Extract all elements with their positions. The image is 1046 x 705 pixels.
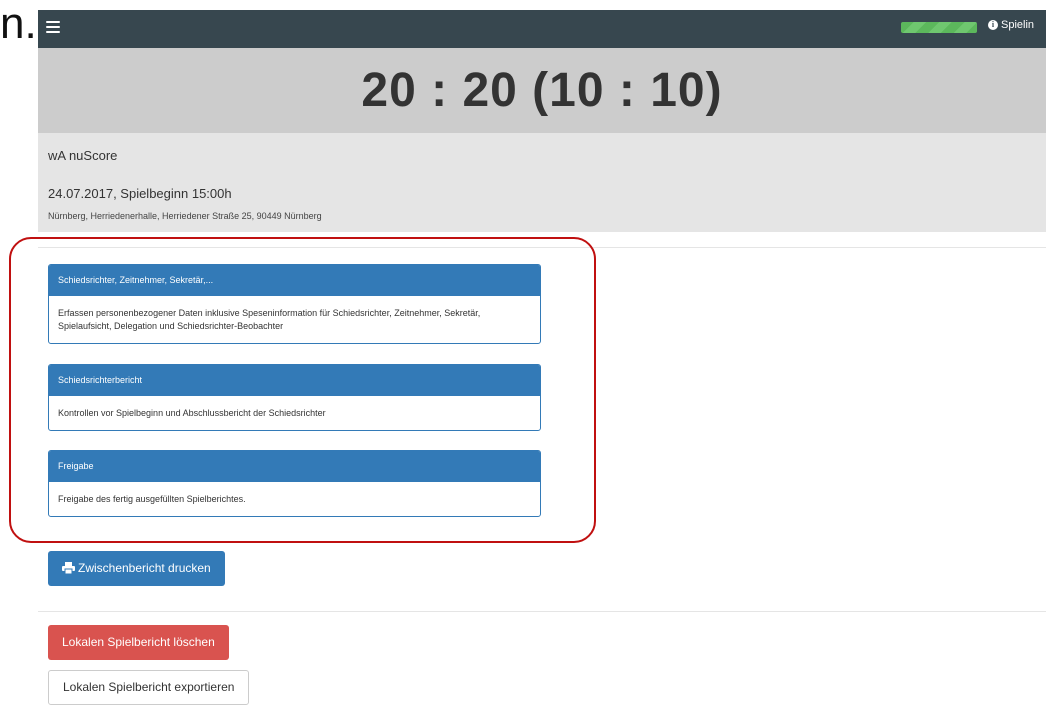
top-navbar: i Spielin — [38, 10, 1046, 48]
info-circle-icon: i — [988, 20, 998, 31]
match-info: wA nuScore 24.07.2017, Spielbeginn 15:00… — [38, 133, 1046, 232]
game-info-label: Spielin — [1001, 19, 1035, 31]
panel-title: Schiedsrichterbericht — [49, 365, 540, 396]
score-display: 20 : 20 (10 : 10) — [361, 64, 723, 117]
panel-title: Schiedsrichter, Zeitnehmer, Sekretär,... — [49, 265, 540, 296]
panel-title: Freigabe — [49, 451, 540, 482]
print-interim-report-button[interactable]: Zwischenbericht drucken — [48, 551, 225, 586]
printer-icon — [62, 561, 75, 574]
divider — [38, 247, 1046, 248]
score-band: 20 : 20 (10 : 10) — [38, 48, 1046, 133]
game-info-link[interactable]: i Spielin — [988, 19, 1034, 31]
panel-officials[interactable]: Schiedsrichter, Zeitnehmer, Sekretär,...… — [48, 264, 541, 344]
match-date: 24.07.2017, Spielbeginn 15:00h — [48, 186, 232, 201]
progress-bar — [901, 22, 977, 33]
print-button-label: Zwischenbericht drucken — [78, 561, 211, 575]
match-venue: Nürnberg, Herriedenerhalle, Herriedener … — [48, 211, 322, 221]
panel-description: Freigabe des fertig ausgefüllten Spielbe… — [58, 494, 246, 504]
panel-release[interactable]: Freigabe Freigabe des fertig ausgefüllte… — [48, 450, 541, 517]
divider — [38, 611, 1046, 612]
hamburger-icon[interactable] — [46, 21, 60, 35]
team-name: wA nuScore — [48, 148, 118, 163]
cropped-text-fragment: n. — [0, 0, 37, 48]
panel-description: Erfassen personenbezogener Daten inklusi… — [58, 308, 481, 331]
panel-description: Kontrollen vor Spielbeginn und Abschluss… — [58, 408, 326, 418]
panel-referee-report[interactable]: Schiedsrichterbericht Kontrollen vor Spi… — [48, 364, 541, 431]
delete-local-report-button[interactable]: Lokalen Spielbericht löschen — [48, 625, 229, 660]
